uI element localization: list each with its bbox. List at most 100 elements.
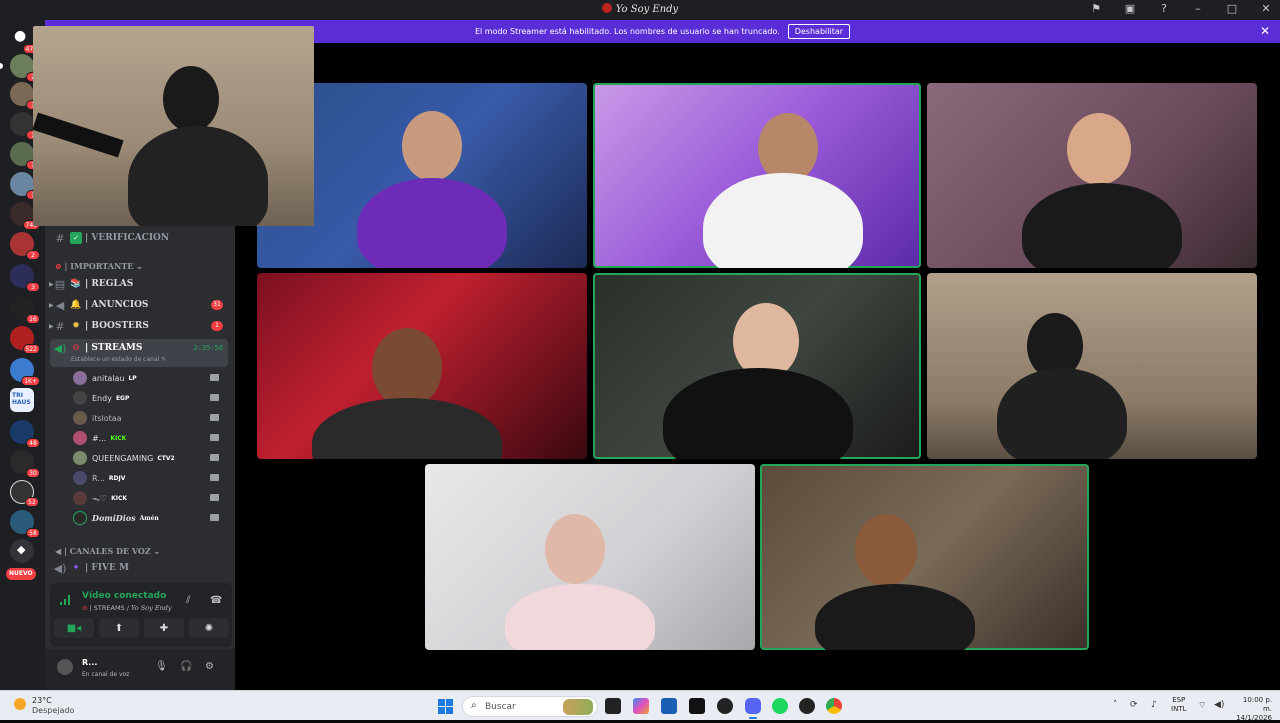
search-box[interactable]: ⌕ Buscar bbox=[462, 696, 598, 717]
server-icon[interactable]: 1 bbox=[10, 142, 40, 170]
gear-icon[interactable]: ⚙ bbox=[205, 661, 214, 672]
help-icon[interactable]: ? bbox=[1156, 2, 1172, 15]
app-icon[interactable] bbox=[717, 698, 733, 714]
disconnect-icon[interactable]: ☎ bbox=[210, 595, 222, 606]
screen-share-button[interactable]: ⬆ bbox=[99, 618, 139, 638]
server-icon[interactable]: 1 bbox=[10, 172, 40, 200]
video-tile[interactable] bbox=[425, 464, 755, 650]
participant-body bbox=[357, 178, 507, 268]
minimize-button[interactable]: – bbox=[1190, 2, 1206, 15]
voice-member[interactable]: QUEENGAMING CTV2 bbox=[73, 449, 219, 467]
inbox-icon[interactable]: ⚑ bbox=[1088, 2, 1104, 15]
screen-icon[interactable]: ▣ bbox=[1122, 2, 1138, 15]
participant-body bbox=[663, 368, 853, 459]
category-canales-de-voz[interactable]: ◀ | CANALES DE VOZ ⌄ bbox=[55, 546, 160, 556]
soundboard-icon: ✺ bbox=[204, 622, 214, 634]
server-badge: 58 bbox=[26, 528, 40, 538]
search-highlight-image bbox=[563, 699, 593, 715]
screen-share-icon: ⬆ bbox=[114, 622, 124, 634]
direct-messages-icon[interactable]: ● 474 bbox=[10, 26, 40, 54]
server-icon[interactable]: 58 bbox=[10, 510, 40, 538]
copilot-icon[interactable] bbox=[633, 698, 649, 714]
voice-status[interactable]: Vídeo conectado bbox=[82, 591, 166, 601]
terminal-icon[interactable] bbox=[689, 698, 705, 714]
disable-streamer-button[interactable]: Deshabilitar bbox=[787, 24, 851, 39]
voice-member[interactable]: itslotaa bbox=[73, 409, 219, 427]
server-icon[interactable]: 30 bbox=[10, 450, 40, 478]
video-tile[interactable] bbox=[927, 273, 1257, 459]
language-indicator[interactable]: ESP INTL bbox=[1171, 696, 1186, 714]
camera-icon bbox=[210, 514, 219, 521]
mic-tray-icon[interactable]: ♪ bbox=[1151, 700, 1157, 710]
camera-icon bbox=[210, 414, 219, 421]
discover-icon[interactable]: ◆ bbox=[10, 539, 34, 563]
channel-anuncios[interactable]: ▶ ◀ 🔔 | ANUNCIOS bbox=[49, 296, 148, 314]
user-status: En canal de voz bbox=[82, 671, 130, 678]
obs-icon[interactable] bbox=[799, 698, 815, 714]
server-icon[interactable]: 2 bbox=[10, 54, 40, 82]
user-panel: R... En canal de voz 🎙 🎧 ⚙ bbox=[45, 649, 235, 690]
server-icon[interactable]: 48 bbox=[10, 420, 40, 448]
video-tile-speaking[interactable] bbox=[593, 83, 921, 268]
soundboard-button[interactable]: ✺ bbox=[189, 618, 229, 638]
signal-icon[interactable] bbox=[60, 595, 70, 605]
server-icon[interactable]: 16 bbox=[10, 296, 40, 324]
channel-reglas[interactable]: ▶ ▤ 📚 | REGLAS bbox=[49, 275, 133, 293]
close-window-button[interactable]: ✕ bbox=[1258, 2, 1274, 15]
start-button[interactable] bbox=[438, 699, 453, 714]
server-icon[interactable]: 522 bbox=[10, 326, 40, 354]
voice-member[interactable]: ᯓ♡ KICK bbox=[73, 489, 219, 507]
video-tile[interactable] bbox=[257, 273, 587, 459]
maximize-button[interactable]: □ bbox=[1224, 2, 1240, 15]
channel-five-m[interactable]: ◀) ✦ | FIVE M bbox=[53, 559, 129, 577]
avatar bbox=[73, 411, 87, 425]
clock[interactable]: 10:00 p. m. 14/1/2026 bbox=[1232, 696, 1272, 723]
avatar bbox=[73, 491, 87, 505]
server-icon[interactable]: TRI HAUS bbox=[10, 388, 34, 412]
voice-member[interactable]: R... RDJV bbox=[73, 469, 219, 487]
headphones-icon[interactable]: 🎧 bbox=[180, 661, 192, 672]
channel-boosters[interactable]: ▶ # ✹ | BOOSTERS bbox=[49, 317, 149, 335]
wifi-icon[interactable]: ⌔ bbox=[1198, 700, 1206, 711]
voice-member[interactable]: DomiDios Amén bbox=[73, 509, 219, 527]
picture-in-picture-video[interactable] bbox=[33, 26, 314, 226]
username[interactable]: R... bbox=[82, 658, 97, 667]
channel-status-hint[interactable]: Establece un estado de canal ✎ bbox=[71, 356, 166, 363]
channel-verificacion[interactable]: # ✓ | VERIFICACION bbox=[53, 229, 169, 247]
noise-suppression-icon[interactable]: ⫽ bbox=[186, 595, 190, 606]
server-icon[interactable]: 52 bbox=[10, 480, 39, 507]
avatar[interactable] bbox=[57, 659, 73, 675]
chrome-icon[interactable] bbox=[826, 698, 842, 714]
video-tile[interactable] bbox=[927, 83, 1257, 268]
activities-button[interactable]: ✚ bbox=[144, 618, 184, 638]
server-icon[interactable]: 2 bbox=[10, 232, 40, 260]
discord-icon[interactable] bbox=[745, 698, 761, 719]
microphone-icon[interactable]: 🎙 bbox=[155, 661, 168, 672]
video-tile-speaking[interactable] bbox=[593, 273, 921, 459]
channel-streams-label[interactable]: ◀) ⊖ | STREAMS bbox=[53, 339, 143, 357]
server-icon[interactable]: 1 bbox=[10, 112, 40, 140]
close-icon[interactable]: ✕ bbox=[1260, 24, 1270, 38]
store-icon[interactable] bbox=[661, 698, 677, 714]
chevron-right-icon: ▶ bbox=[49, 322, 54, 330]
network-tray-icon[interactable]: ⟳ bbox=[1130, 700, 1138, 710]
voice-member[interactable]: #... KICK bbox=[73, 429, 219, 447]
boosters-badge: 1 bbox=[211, 321, 223, 331]
category-importante[interactable]: ⊘ | IMPORTANTE ⌄ bbox=[55, 261, 143, 271]
camera-button[interactable]: ■◂ bbox=[54, 618, 94, 638]
server-icon[interactable]: 3 bbox=[10, 82, 40, 110]
server-badge: 2 bbox=[26, 250, 40, 260]
task-view-icon[interactable] bbox=[605, 698, 621, 714]
voice-member[interactable]: Endy EGP bbox=[73, 389, 219, 407]
voice-member[interactable]: anitalau LP bbox=[73, 369, 219, 387]
video-tile-speaking[interactable] bbox=[760, 464, 1089, 650]
server-icon[interactable]: 3 bbox=[10, 264, 40, 292]
volume-icon[interactable]: ◀) bbox=[1214, 700, 1224, 710]
voice-location[interactable]: ⊖ | STREAMS / Yo Soy Endy bbox=[82, 604, 172, 612]
search-icon: ⌕ bbox=[471, 700, 477, 711]
server-icon[interactable]: 1K+ bbox=[10, 358, 40, 386]
participant-head bbox=[545, 514, 605, 584]
server-icon[interactable]: 740 bbox=[10, 202, 40, 230]
spotify-icon[interactable] bbox=[772, 698, 788, 714]
chevron-up-icon[interactable]: ˄ bbox=[1113, 700, 1118, 710]
